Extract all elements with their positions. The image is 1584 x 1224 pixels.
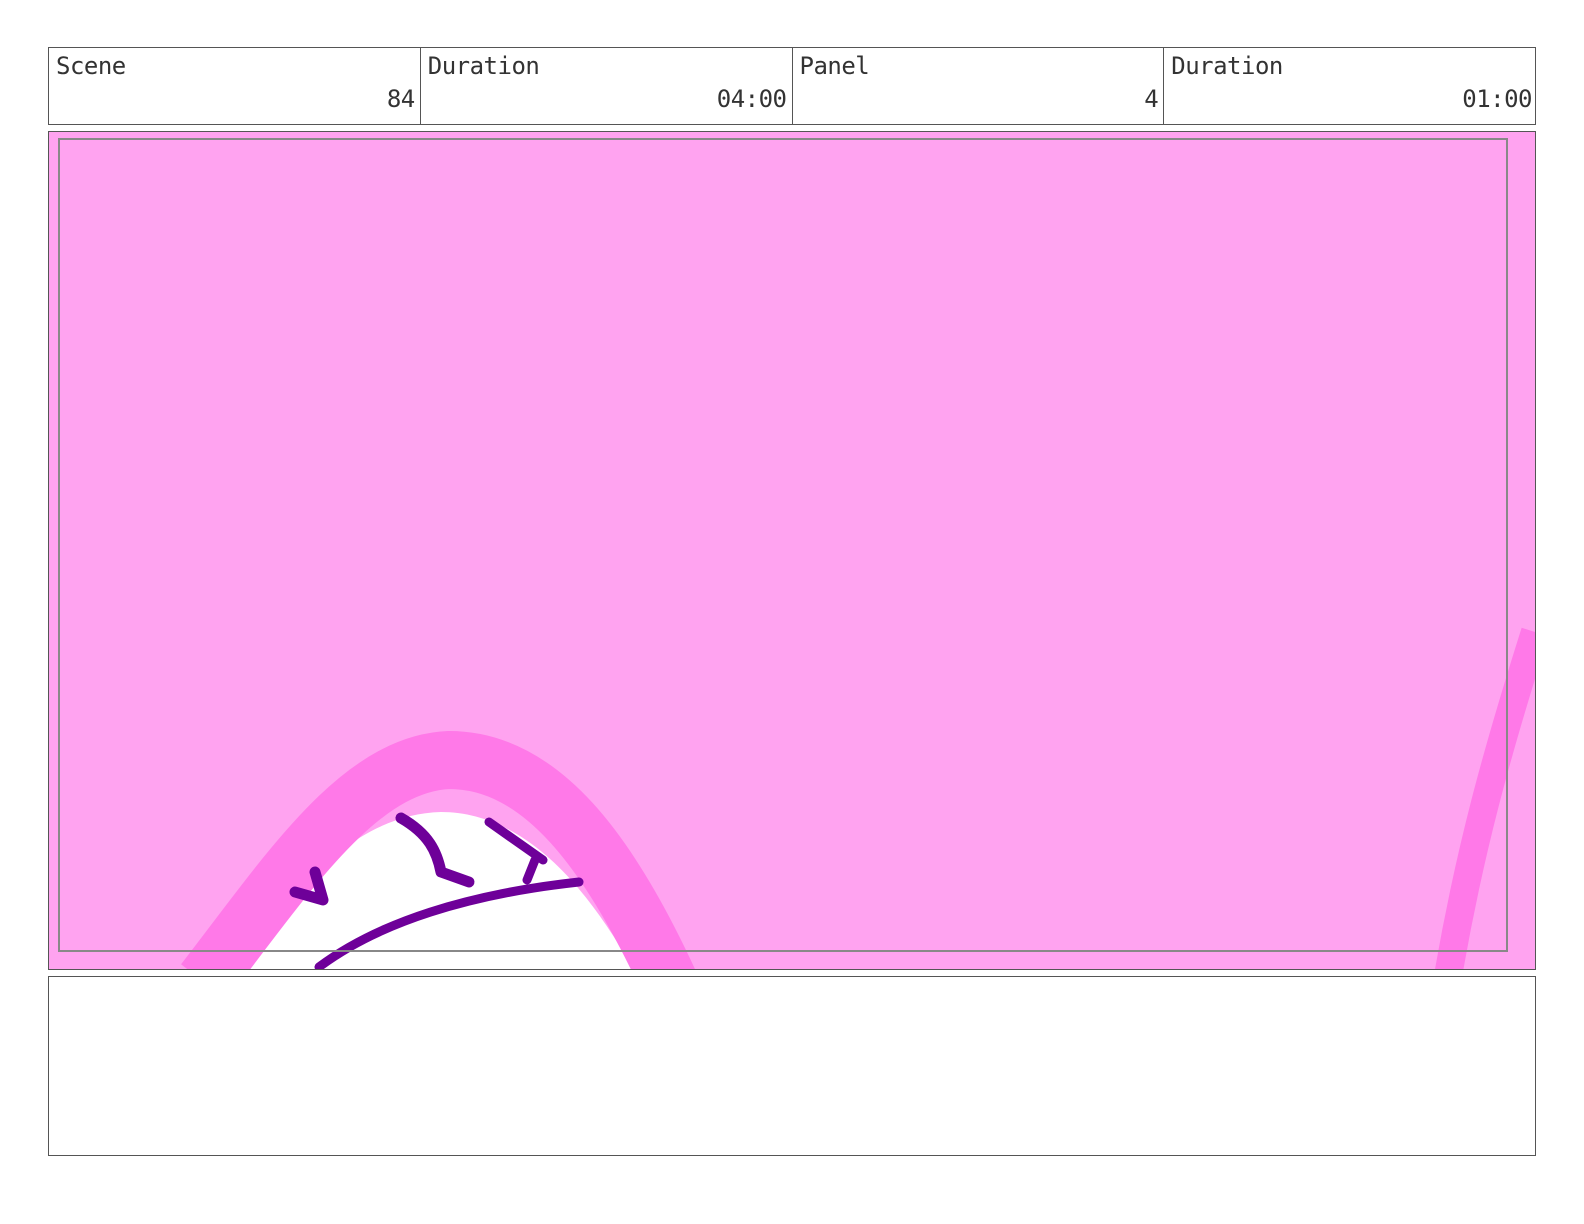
panel-number: 4 [1144, 85, 1159, 113]
scene-number: 84 [386, 85, 415, 113]
storyboard-frame [48, 131, 1536, 970]
action-notes-box[interactable] [48, 976, 1536, 1156]
panel-cell: Panel 4 [793, 48, 1165, 124]
panel-label: Panel [799, 52, 870, 80]
scene-duration-cell: Duration 04:00 [421, 48, 793, 124]
scene-label: Scene [56, 52, 126, 80]
pink-shape-fill-main [53, 136, 1519, 962]
storyboard-drawing [49, 132, 1535, 969]
scene-duration-label: Duration [427, 52, 540, 80]
panel-duration-cell: Duration 01:00 [1164, 48, 1535, 124]
scene-duration-value: 04:00 [716, 85, 787, 113]
scene-cell: Scene 84 [49, 48, 421, 124]
panel-duration-value: 01:00 [1462, 85, 1532, 113]
panel-info-header: Scene 84 Duration 04:00 Panel 4 Duration… [48, 47, 1536, 125]
panel-duration-label: Duration [1171, 52, 1283, 80]
